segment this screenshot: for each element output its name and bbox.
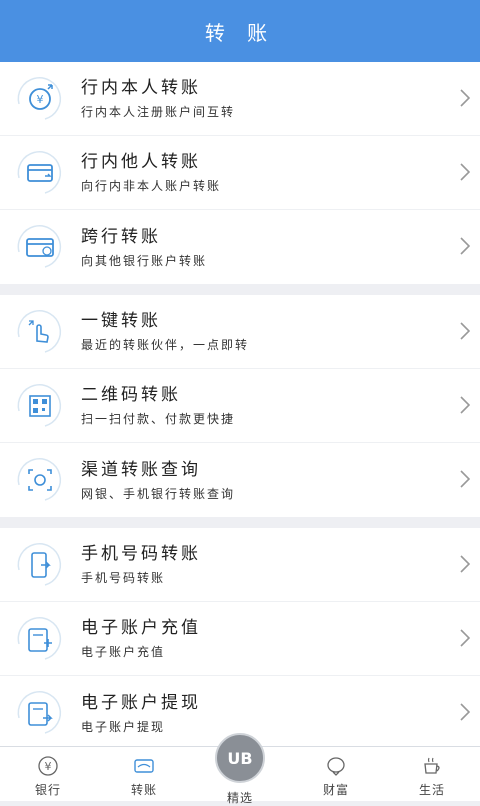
transfer-tab-icon xyxy=(134,759,154,773)
menu-item-title: 手机号码转账 xyxy=(81,544,201,564)
menu-item-title: 行内本人转账 xyxy=(81,78,201,98)
group-separator xyxy=(0,517,480,528)
menu-item-own-transfer[interactable]: ¥ 行内本人转账 行内本人注册账户间互转 xyxy=(0,62,480,136)
tab-label: 转账 xyxy=(130,783,157,797)
ub-logo-text: UB xyxy=(227,748,253,768)
transfer-menu: ¥ 行内本人转账 行内本人注册账户间互转 行内他人转账 向行内非本人账户转账 跨… xyxy=(0,62,480,746)
chevron-right-icon xyxy=(460,322,470,340)
tab-label: 生活 xyxy=(418,783,445,797)
tab-label: 精选 xyxy=(226,791,253,805)
chevron-right-icon xyxy=(460,555,470,573)
menu-item-subtitle: 电子账户充值 xyxy=(81,645,166,659)
chevron-right-icon xyxy=(460,237,470,255)
menu-item-title: 跨行转账 xyxy=(81,226,161,247)
bottom-tab-bar: ¥ 银行 转账 UB 精选 财富 生活 xyxy=(0,733,480,805)
group-separator xyxy=(0,284,480,295)
qr-code-icon xyxy=(15,381,65,431)
menu-item-subtitle: 向行内非本人账户转账 xyxy=(81,179,222,193)
menu-item-channel-query[interactable]: 渠道转账查询 网银、手机银行转账查询 xyxy=(0,443,480,517)
tab-featured[interactable]: UB 精选 xyxy=(192,733,288,805)
interbank-card-icon xyxy=(15,222,65,272)
tab-transfer[interactable]: 转账 xyxy=(96,747,192,801)
menu-item-title: 二维码转账 xyxy=(81,385,181,405)
chevron-right-icon xyxy=(460,703,470,721)
menu-item-title: 渠道转账查询 xyxy=(81,459,201,480)
life-icon xyxy=(424,757,440,774)
menu-item-others-transfer[interactable]: 行内他人转账 向行内非本人账户转账 xyxy=(0,136,480,210)
menu-item-interbank-transfer[interactable]: 跨行转账 向其他银行账户转账 xyxy=(0,210,480,284)
menu-group-3: 手机号码转账 手机号码转账 电子账户充值 电子账户充值 电子账户提现 电子账户提… xyxy=(0,528,480,746)
menu-item-subtitle: 最近的转账伙伴，一点即转 xyxy=(81,338,250,352)
menu-item-subtitle: 电子账户提现 xyxy=(81,719,166,734)
menu-item-subtitle: 手机号码转账 xyxy=(81,571,166,585)
menu-item-title: 一键转账 xyxy=(81,311,161,331)
chevron-right-icon xyxy=(460,470,470,488)
tab-label: 财富 xyxy=(322,783,349,797)
menu-item-subtitle: 行内本人注册账户间互转 xyxy=(81,105,236,119)
ub-logo: UB xyxy=(215,733,265,783)
chevron-right-icon xyxy=(460,629,470,647)
menu-item-subtitle: 网银、手机银行转账查询 xyxy=(81,486,236,501)
yen-icon: ¥ xyxy=(38,756,58,776)
menu-item-qr-transfer[interactable]: 二维码转账 扫一扫付款、付款更快捷 xyxy=(0,369,480,443)
chevron-right-icon xyxy=(460,396,470,414)
menu-item-title: 电子账户提现 xyxy=(81,692,201,713)
tab-label: 银行 xyxy=(34,783,61,797)
menu-item-phone-transfer[interactable]: 手机号码转账 手机号码转账 xyxy=(0,528,480,602)
one-click-icon xyxy=(15,307,65,357)
menu-item-title: 电子账户充值 xyxy=(81,618,201,638)
menu-item-e-account-topup[interactable]: 电子账户充值 电子账户充值 xyxy=(0,602,480,676)
menu-item-subtitle: 扫一扫付款、付款更快捷 xyxy=(81,412,236,426)
card-transfer-icon xyxy=(15,148,65,198)
wealth-icon xyxy=(327,757,345,776)
chevron-right-icon xyxy=(460,163,470,181)
e-account-topup-icon xyxy=(15,614,65,664)
page-title: 转 账 xyxy=(204,20,276,45)
menu-item-subtitle: 向其他银行账户转账 xyxy=(81,253,208,268)
menu-group-1: ¥ 行内本人转账 行内本人注册账户间互转 行内他人转账 向行内非本人账户转账 跨… xyxy=(0,62,480,284)
yen-transfer-icon: ¥ xyxy=(15,74,65,124)
tab-bank[interactable]: ¥ 银行 xyxy=(0,747,96,801)
header-bar: 转 账 xyxy=(0,0,480,62)
menu-group-2: 一键转账 最近的转账伙伴，一点即转 二维码转账 扫一扫付款、付款更快捷 渠道转账… xyxy=(0,295,480,517)
tab-life[interactable]: 生活 xyxy=(384,747,480,801)
chevron-right-icon xyxy=(460,89,470,107)
tab-wealth[interactable]: 财富 xyxy=(288,747,384,801)
e-account-withdraw-icon xyxy=(15,688,65,738)
phone-transfer-icon xyxy=(15,540,65,590)
menu-item-one-click-transfer[interactable]: 一键转账 最近的转账伙伴，一点即转 xyxy=(0,295,480,369)
svg-text:¥: ¥ xyxy=(37,93,44,106)
menu-item-title: 行内他人转账 xyxy=(81,152,201,172)
svg-text:¥: ¥ xyxy=(45,760,52,773)
channel-query-icon xyxy=(15,455,65,505)
